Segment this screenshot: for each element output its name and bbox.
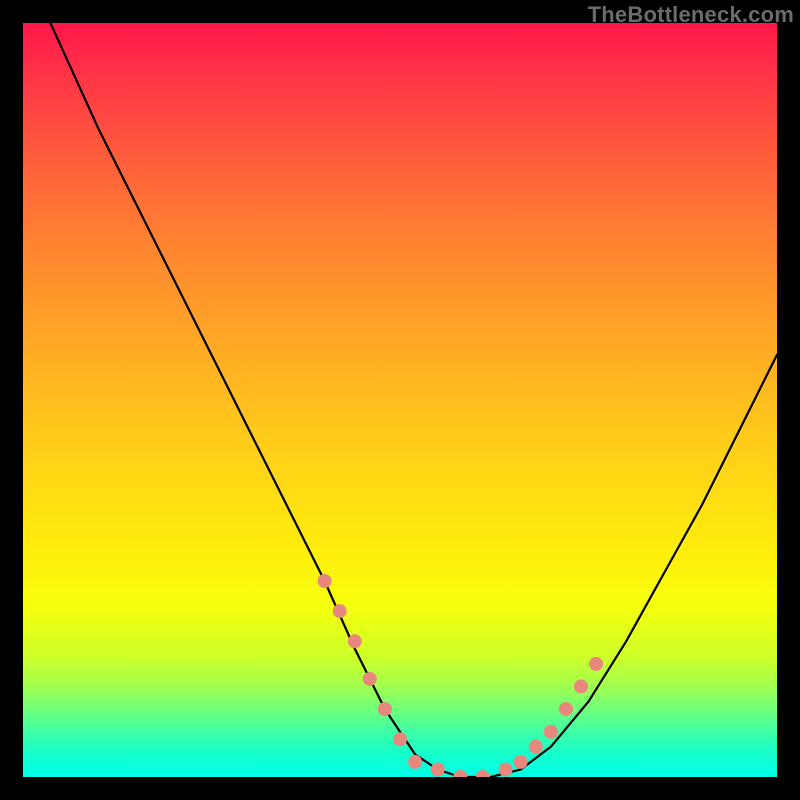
highlight-dot	[559, 702, 573, 716]
attribution-text: TheBottleneck.com	[588, 2, 794, 28]
highlight-dot	[589, 657, 603, 671]
highlight-dot	[378, 702, 392, 716]
highlight-dot	[363, 672, 377, 686]
highlight-dot	[544, 725, 558, 739]
highlight-dot	[431, 763, 445, 777]
highlight-dot	[514, 755, 528, 769]
highlight-dots	[318, 574, 603, 777]
curve-line-group	[23, 23, 777, 777]
curve-line	[23, 23, 777, 777]
outer-frame: TheBottleneck.com	[0, 0, 800, 800]
highlight-dot	[333, 604, 347, 618]
highlight-dot	[476, 770, 490, 777]
plot-area	[23, 23, 777, 777]
highlight-dot	[574, 680, 588, 694]
highlight-dot	[453, 770, 467, 777]
chart-svg	[23, 23, 777, 777]
highlight-dot	[348, 634, 362, 648]
highlight-dot	[529, 740, 543, 754]
highlight-dot	[408, 755, 422, 769]
highlight-dot	[499, 763, 513, 777]
highlight-dot	[393, 732, 407, 746]
highlight-dot	[318, 574, 332, 588]
